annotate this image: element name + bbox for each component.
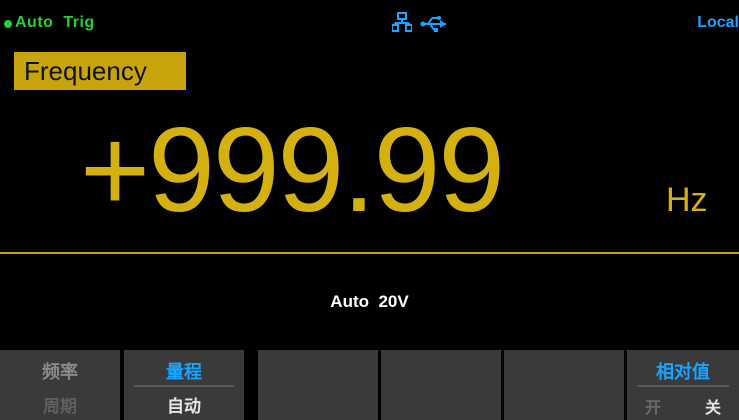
usb-icon [420,16,446,32]
reading-unit: Hz [666,181,708,219]
softkey-range-value: 自动 [167,397,201,416]
relative-on-option: 开 [645,400,662,417]
lan-icon [392,12,412,32]
softkey-bar: 频率 周期 量程 自动 相对值 开 关 [0,350,739,420]
softkey-range-label: 量程 [166,362,202,382]
softkey-3[interactable] [258,350,378,420]
softkey-separator [637,385,729,387]
function-label: Frequency [14,52,186,90]
status-bar: Auto Trig Local [0,0,739,42]
divider [0,252,739,254]
remote-local-status: Local [697,14,739,31]
softkey-period-label: 周期 [43,397,77,416]
softkey-relative[interactable]: 相对值 开 关 [627,350,739,420]
softkey-frequency-period[interactable]: 频率 周期 [0,350,120,420]
softkey-5[interactable] [504,350,624,420]
trigger-status: Auto Trig [15,14,95,31]
main-reading: +999.99 [80,103,505,237]
softkey-separator [134,385,234,387]
relative-off-option: 关 [704,400,721,417]
trigger-indicator-icon [4,20,12,28]
range-indicator: Auto 20V [330,292,409,311]
softkey-relative-label: 相对值 [656,362,710,382]
softkey-4[interactable] [381,350,501,420]
softkey-frequency-label: 频率 [42,362,78,382]
softkey-range[interactable]: 量程 自动 [124,350,244,420]
